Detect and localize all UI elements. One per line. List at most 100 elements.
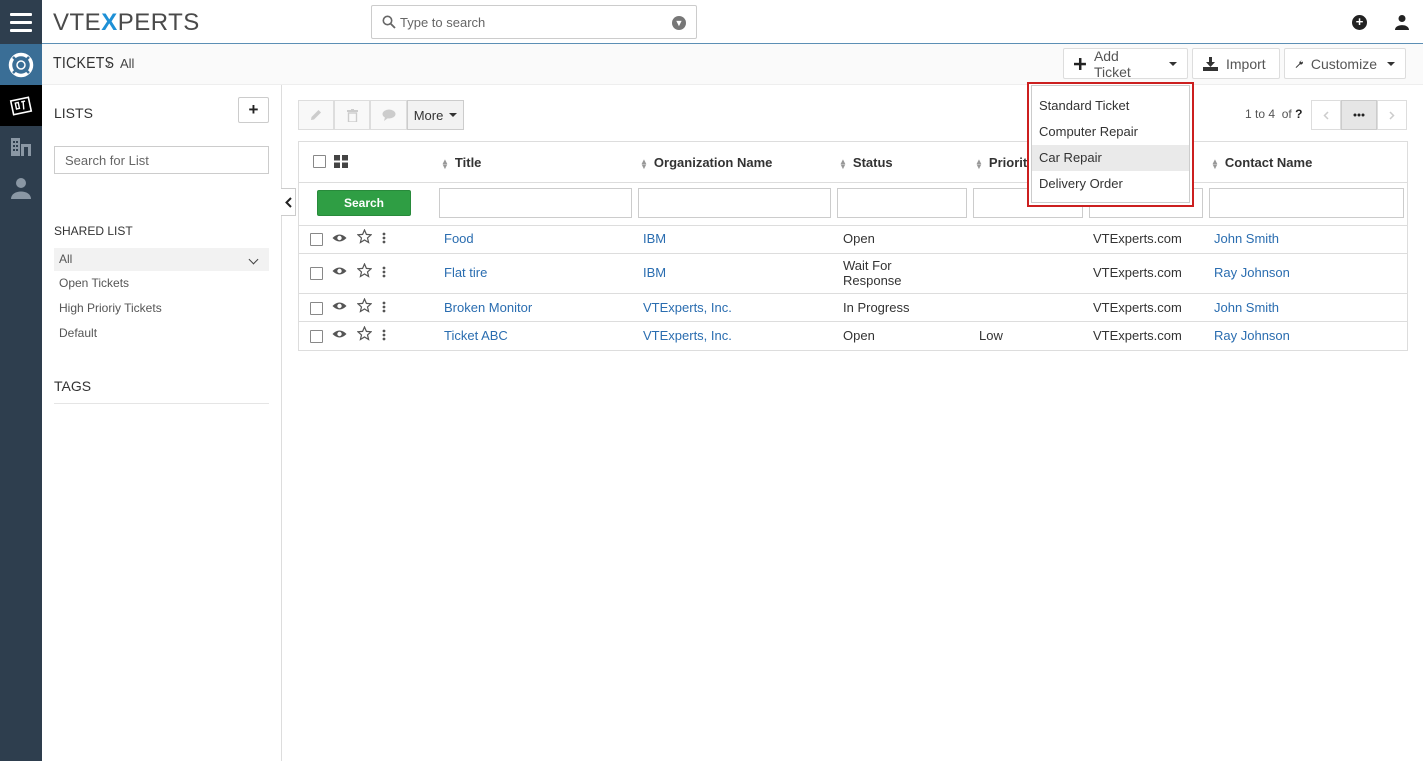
organization-link[interactable]: IBM bbox=[643, 231, 666, 246]
ticket-title-link[interactable]: Flat tire bbox=[444, 265, 487, 280]
ticket-title-link[interactable]: Food bbox=[444, 231, 474, 246]
star-icon[interactable] bbox=[357, 263, 372, 278]
tickets-icon[interactable] bbox=[0, 85, 42, 126]
ticket-title-link[interactable]: Broken Monitor bbox=[444, 300, 532, 315]
eye-icon[interactable] bbox=[332, 329, 347, 339]
prev-page-button[interactable] bbox=[1311, 100, 1341, 130]
sort-icon: ▲ ▼ bbox=[1211, 156, 1219, 171]
search-button[interactable]: Search bbox=[317, 190, 411, 216]
app-logo[interactable]: VTEXPERTS bbox=[53, 9, 200, 37]
chevron-down-icon[interactable]: ▼ bbox=[672, 16, 686, 30]
pencil-icon bbox=[311, 110, 321, 120]
organization-link[interactable]: IBM bbox=[643, 265, 666, 280]
chevron-down-icon[interactable] bbox=[248, 254, 259, 265]
status-line: Wait For bbox=[843, 258, 892, 273]
filter-contact-input[interactable] bbox=[1209, 188, 1404, 218]
add-ticket-label: Add Ticket bbox=[1093, 47, 1131, 80]
shared-list-title: SHARED LIST bbox=[54, 224, 133, 238]
add-ticket-dropdown: Standard Ticket Computer Repair Car Repa… bbox=[1027, 82, 1194, 207]
delete-button[interactable] bbox=[334, 100, 370, 130]
column-header-priority[interactable]: ▲ ▼ Priority bbox=[975, 155, 1034, 170]
row-checkbox[interactable] bbox=[310, 267, 323, 280]
row-checkbox[interactable] bbox=[310, 233, 323, 246]
status-cell: Open bbox=[843, 231, 875, 246]
comment-button[interactable] bbox=[370, 100, 407, 130]
more-vertical-icon[interactable] bbox=[382, 329, 386, 341]
column-header-label: Status bbox=[852, 155, 893, 170]
divider bbox=[299, 182, 1407, 183]
edit-button[interactable] bbox=[298, 100, 334, 130]
trash-icon bbox=[346, 108, 358, 122]
eye-icon[interactable] bbox=[332, 266, 347, 276]
grid-icon[interactable] bbox=[334, 155, 348, 168]
ticket-title-link[interactable]: Ticket ABC bbox=[444, 328, 508, 343]
download-icon bbox=[1203, 56, 1218, 71]
filter-organization-input[interactable] bbox=[638, 188, 831, 218]
company-cell: VTExperts.com bbox=[1093, 231, 1182, 246]
contact-link[interactable]: Ray Johnson bbox=[1214, 328, 1290, 343]
select-all-checkbox[interactable] bbox=[313, 155, 326, 168]
menu-item-car-repair[interactable]: Car Repair bbox=[1032, 145, 1189, 171]
more-vertical-icon[interactable] bbox=[382, 232, 386, 244]
next-page-button[interactable] bbox=[1377, 100, 1407, 130]
filter-status-input[interactable] bbox=[837, 188, 967, 218]
column-header-label: Organization Name bbox=[653, 155, 773, 170]
contacts-icon[interactable] bbox=[0, 167, 42, 208]
column-header-organization[interactable]: ▲ ▼ Organization Name bbox=[640, 155, 772, 170]
eye-icon[interactable] bbox=[332, 301, 347, 311]
import-button[interactable]: Import bbox=[1192, 48, 1280, 79]
company-cell: VTExperts.com bbox=[1093, 265, 1182, 280]
row-checkbox[interactable] bbox=[310, 330, 323, 343]
menu-item-standard-ticket[interactable]: Standard Ticket bbox=[1032, 93, 1189, 119]
more-button[interactable]: More bbox=[407, 100, 464, 130]
star-icon[interactable] bbox=[357, 326, 372, 341]
list-item-open-tickets[interactable]: Open Tickets bbox=[54, 272, 269, 295]
list-item-default[interactable]: Default bbox=[54, 322, 269, 345]
collapse-panel-button[interactable] bbox=[281, 188, 296, 216]
customize-button[interactable]: Customize bbox=[1284, 48, 1406, 79]
column-header-label: Contact Name bbox=[1224, 155, 1313, 170]
contact-link[interactable]: John Smith bbox=[1214, 231, 1279, 246]
row-checkbox[interactable] bbox=[310, 302, 323, 315]
sort-icon: ▲ ▼ bbox=[441, 156, 449, 171]
column-header-contact[interactable]: ▲ ▼ Contact Name bbox=[1211, 155, 1312, 170]
more-vertical-icon[interactable] bbox=[382, 266, 386, 278]
list-item-high-priority[interactable]: High Prioriy Tickets bbox=[54, 297, 269, 320]
list-search-input[interactable] bbox=[54, 146, 269, 174]
app-sidebar bbox=[0, 44, 42, 761]
organization-link[interactable]: VTExperts, Inc. bbox=[643, 300, 732, 315]
contact-link[interactable]: Ray Johnson bbox=[1214, 265, 1290, 280]
company-cell: VTExperts.com bbox=[1093, 300, 1182, 315]
pager-total: ? bbox=[1295, 107, 1303, 121]
support-icon[interactable] bbox=[0, 44, 42, 85]
list-item-all[interactable]: All bbox=[54, 248, 269, 271]
organizations-icon[interactable] bbox=[0, 126, 42, 167]
add-ticket-button[interactable]: Add Ticket bbox=[1063, 47, 1188, 80]
status-cell: In Progress bbox=[843, 300, 910, 315]
page-jump-button[interactable] bbox=[1341, 100, 1377, 130]
filter-title-input[interactable] bbox=[439, 188, 632, 218]
column-header-title[interactable]: ▲ ▼ Title bbox=[441, 155, 481, 170]
more-label: More bbox=[413, 107, 444, 123]
star-icon[interactable] bbox=[357, 298, 372, 313]
eye-icon[interactable] bbox=[332, 233, 347, 243]
more-vertical-icon[interactable] bbox=[382, 301, 386, 313]
add-list-button[interactable]: + bbox=[238, 97, 269, 123]
pager-of: of bbox=[1281, 107, 1292, 121]
column-header-label: Title bbox=[454, 155, 482, 170]
menu-icon[interactable] bbox=[0, 0, 42, 44]
star-icon[interactable] bbox=[357, 229, 372, 244]
plus-icon bbox=[1074, 57, 1086, 70]
menu-item-computer-repair[interactable]: Computer Repair bbox=[1032, 119, 1189, 145]
menu-item-delivery-order[interactable]: Delivery Order bbox=[1032, 171, 1189, 197]
user-icon[interactable] bbox=[1395, 14, 1409, 30]
column-header-status[interactable]: ▲ ▼ Status bbox=[839, 155, 893, 170]
chevron-right-icon bbox=[1389, 110, 1395, 120]
organization-link[interactable]: VTExperts, Inc. bbox=[643, 328, 732, 343]
breadcrumb-view: All bbox=[120, 56, 135, 71]
contact-link[interactable]: John Smith bbox=[1214, 300, 1279, 315]
global-search-input[interactable] bbox=[400, 12, 660, 32]
sort-icon: ▲ ▼ bbox=[839, 156, 847, 171]
quick-create-icon[interactable]: + bbox=[1352, 15, 1367, 30]
list-item-label: High Prioriy Tickets bbox=[59, 301, 162, 315]
